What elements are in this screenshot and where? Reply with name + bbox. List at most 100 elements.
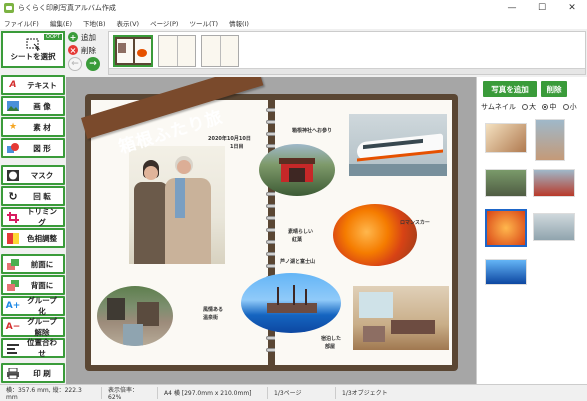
- maximize-button[interactable]: ☐: [527, 0, 557, 16]
- rotate-button-label: 回 転: [33, 191, 51, 201]
- mask-button-label: マスク: [30, 170, 54, 180]
- minimize-button[interactable]: —: [497, 0, 527, 16]
- shrine-photo[interactable]: [259, 144, 335, 196]
- photo-thumb-shrine[interactable]: [533, 169, 575, 197]
- size-large-label: 大: [529, 103, 537, 111]
- title-bar: らくらく印刷写真アルバム作成 — ☐ ✕: [0, 0, 587, 16]
- add-page-button[interactable]: + 追加: [68, 32, 108, 42]
- day-caption[interactable]: 1日目: [230, 144, 243, 151]
- photo-thumb-room[interactable]: [485, 123, 527, 153]
- select-sheet-button[interactable]: OOPT シートを選択: [1, 31, 65, 68]
- text-button[interactable]: A テキスト: [1, 75, 65, 95]
- menu-page[interactable]: ページ(P): [150, 18, 178, 28]
- close-icon: ×: [68, 45, 78, 55]
- ungroup-icon: A−: [5, 322, 21, 332]
- send-back-icon: [7, 279, 19, 291]
- bring-front-button[interactable]: 前面に: [1, 254, 65, 274]
- menu-tools[interactable]: ツール(T): [189, 18, 218, 28]
- crop-button[interactable]: トリミング: [1, 207, 65, 227]
- rotate-button[interactable]: ↻ 回 転: [1, 186, 65, 206]
- shape-button[interactable]: 図 形: [1, 138, 65, 158]
- thumbnail-label: サムネイル: [481, 103, 516, 111]
- select-badge: OOPT: [44, 34, 62, 40]
- crop-icon: [7, 211, 19, 223]
- room-caption-1[interactable]: 宿泊した: [321, 336, 341, 343]
- align-button-label: 位置合わせ: [27, 338, 57, 358]
- size-medium-label: 中: [549, 103, 557, 111]
- text-icon: A: [9, 80, 17, 90]
- size-medium-radio[interactable]: [542, 104, 549, 110]
- date-caption[interactable]: 2020年10月10日: [208, 136, 251, 143]
- page-thumbnail-1[interactable]: [113, 35, 153, 67]
- group-button[interactable]: A+ グループ化: [1, 296, 65, 316]
- status-zoom: 表示倍率：62%: [102, 386, 158, 401]
- palette-icon: [7, 232, 19, 244]
- mask-button[interactable]: マスク: [1, 165, 65, 185]
- onsen-town-photo[interactable]: [97, 286, 173, 346]
- room-photo[interactable]: [353, 286, 449, 350]
- ungroup-button[interactable]: A− グループ解除: [1, 317, 65, 337]
- send-back-button-label: 背面に: [30, 280, 54, 290]
- image-button-label: 画 像: [33, 101, 51, 111]
- hue-adjust-button-label: 色相調整: [27, 233, 57, 243]
- hue-adjust-button[interactable]: 色相調整: [1, 228, 65, 248]
- album-canvas: 箱根ふたり旅 2020年10月10日 1日目 箱根神社へお参り ロマンスカー 素…: [66, 77, 476, 384]
- lake-caption[interactable]: 芦ノ湖と富士山: [280, 259, 315, 266]
- app-icon: [4, 3, 14, 13]
- room-caption-2[interactable]: 部屋: [325, 344, 335, 351]
- send-back-button[interactable]: 背面に: [1, 275, 65, 295]
- photo-thumb-leaves[interactable]: [485, 209, 527, 247]
- leaves-caption-1[interactable]: 素晴らしい: [288, 229, 313, 236]
- prev-page-button[interactable]: ←: [68, 57, 82, 71]
- onsen-caption-2[interactable]: 温泉街: [203, 315, 218, 322]
- photo-thumb-couple[interactable]: [535, 119, 565, 161]
- photo-thumb-onsen[interactable]: [485, 169, 527, 197]
- rotate-icon: ↻: [8, 189, 18, 203]
- text-button-label: テキスト: [27, 80, 57, 90]
- star-icon: ★: [8, 122, 18, 132]
- size-small-radio[interactable]: [562, 104, 569, 110]
- add-photo-button[interactable]: 写真を追加: [483, 81, 537, 97]
- status-page: 1/3ページ: [268, 386, 336, 399]
- print-button[interactable]: 印 刷: [1, 363, 65, 383]
- menu-file[interactable]: ファイル(F): [4, 18, 39, 28]
- couple-photo[interactable]: [129, 146, 225, 264]
- menu-view[interactable]: 表示(V): [117, 18, 140, 28]
- shrine-caption[interactable]: 箱根神社へお参り: [292, 128, 332, 135]
- image-button[interactable]: 画 像: [1, 96, 65, 116]
- lake-ship-photo[interactable]: [241, 273, 341, 333]
- delete-photo-button[interactable]: 削除: [541, 81, 567, 97]
- album-spread: 箱根ふたり旅 2020年10月10日 1日目 箱根神社へお参り ロマンスカー 素…: [81, 77, 458, 371]
- close-button[interactable]: ✕: [557, 0, 587, 16]
- delete-page-button[interactable]: × 削除: [68, 45, 108, 55]
- romancecar-photo[interactable]: [349, 114, 447, 176]
- next-page-button[interactable]: →: [86, 57, 100, 71]
- leaves-caption-2[interactable]: 紅葉: [292, 237, 302, 244]
- romancecar-caption[interactable]: ロマンスカー: [400, 220, 430, 227]
- align-button[interactable]: 位置合わせ: [1, 338, 65, 358]
- page-nav: ← →: [68, 57, 108, 71]
- thumbnail-size-row: サムネイル 大 中 小: [481, 102, 577, 112]
- menu-edit[interactable]: 編集(E): [50, 18, 72, 28]
- mask-icon: [7, 169, 19, 181]
- bring-front-button-label: 前面に: [30, 259, 54, 269]
- status-size: 横：357.6 mm, 縦：222.3 mm: [0, 386, 102, 401]
- bring-front-icon: [7, 258, 19, 270]
- status-bar: 横：357.6 mm, 縦：222.3 mm 表示倍率：62% A4 横 [29…: [0, 384, 587, 401]
- window-controls: — ☐ ✕: [497, 0, 587, 16]
- menu-info[interactable]: 情報(I): [229, 18, 249, 28]
- photo-thumb-lake[interactable]: [485, 259, 527, 285]
- page-thumbnail-2[interactable]: [158, 35, 196, 67]
- photo-thumb-train[interactable]: [533, 213, 575, 241]
- material-button-label: 素 材: [33, 122, 51, 132]
- material-button[interactable]: ★ 素 材: [1, 117, 65, 137]
- strip-scrollbar[interactable]: [109, 68, 585, 74]
- select-sheet-label: シートを選択: [10, 52, 56, 61]
- onsen-caption-1[interactable]: 風情ある: [203, 307, 223, 314]
- date-line-1: 2020年10月10日: [208, 136, 251, 142]
- delete-page-label: 削除: [81, 45, 96, 55]
- menu-background[interactable]: 下地(B): [83, 18, 106, 28]
- page-thumbnail-3[interactable]: [201, 35, 239, 67]
- size-large-radio[interactable]: [522, 104, 529, 110]
- autumn-leaves-photo[interactable]: [333, 204, 417, 266]
